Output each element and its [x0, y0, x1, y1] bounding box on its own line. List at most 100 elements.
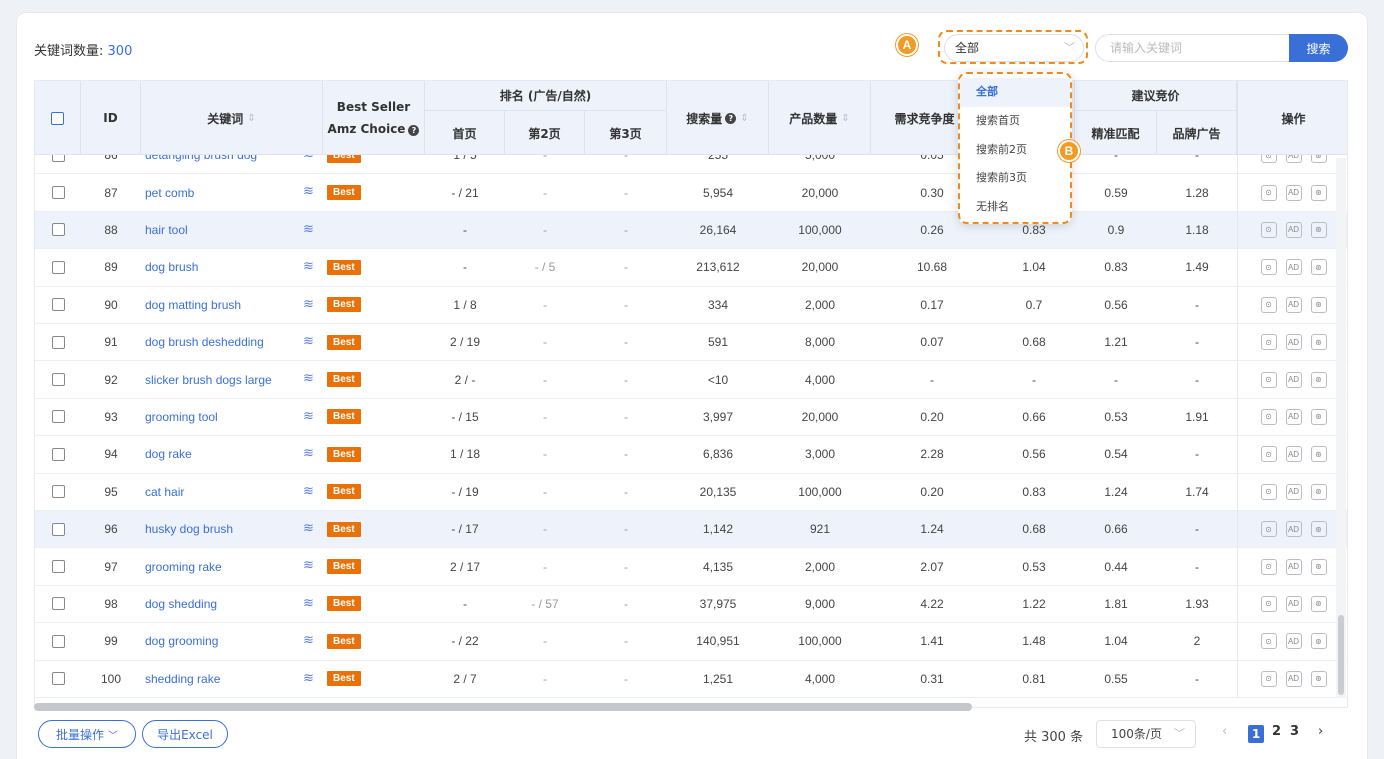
row-checkbox[interactable] [51, 260, 65, 274]
ad-icon[interactable]: AD [1285, 408, 1302, 425]
ad-icon[interactable]: AD [1285, 521, 1302, 538]
target-icon[interactable]: ⊙ [1260, 408, 1277, 425]
search-button[interactable]: 搜索 [1289, 34, 1348, 62]
batch-ops-button[interactable]: 批量操作 ﹀ [38, 720, 136, 748]
layers-icon[interactable]: ≋ [303, 558, 314, 573]
table-row[interactable]: 90 dog matting brush Best 1 / 8 - - 334 2,000 0.… [35, 286, 1347, 324]
keyword-link[interactable]: dog rake [141, 436, 301, 472]
keyword-link[interactable]: husky dog brush [141, 511, 301, 547]
table-row[interactable]: 98 dog shedding Best - - / 57 - 37,975 9,000 4.2… [35, 585, 1347, 624]
table-row[interactable]: 92 slicker brush dogs large Best 2 / - - - <10… [35, 361, 1347, 399]
target-icon[interactable]: ⊙ [1260, 296, 1277, 313]
keyword-link[interactable]: dog matting brush [141, 287, 301, 323]
keyword-link[interactable]: hair tool [141, 212, 301, 248]
page-3[interactable]: 3 [1290, 724, 1299, 739]
globe-icon[interactable]: ⊛ [1310, 184, 1327, 201]
target-icon[interactable]: ⊙ [1260, 595, 1277, 612]
prev-page-icon[interactable]: ‹ [1222, 724, 1227, 739]
target-icon[interactable]: ⊙ [1260, 633, 1277, 650]
search-input[interactable] [1095, 34, 1290, 62]
target-icon[interactable]: ⊙ [1260, 371, 1277, 388]
ad-icon[interactable]: AD [1285, 483, 1302, 500]
row-checkbox[interactable] [51, 485, 65, 499]
globe-icon[interactable]: ⊛ [1310, 259, 1327, 276]
globe-icon[interactable]: ⊛ [1310, 408, 1327, 425]
globe-icon[interactable]: ⊛ [1310, 521, 1327, 538]
dropdown-option-all[interactable]: 全部 [960, 78, 1070, 107]
row-checkbox[interactable] [51, 410, 65, 424]
table-row[interactable]: 100 shedding rake Best 2 / 7 - - 1,251 4,000 0.3… [35, 660, 1347, 698]
select-all-checkbox[interactable] [51, 111, 64, 125]
page-2[interactable]: 2 [1272, 724, 1281, 739]
layers-icon[interactable]: ≋ [303, 596, 314, 611]
horizontal-scrollbar[interactable] [34, 703, 972, 711]
keyword-link[interactable]: dog brush deshedding [141, 324, 301, 360]
layers-icon[interactable]: ≋ [303, 671, 314, 686]
layers-icon[interactable]: ≋ [303, 222, 314, 237]
dropdown-option-top2[interactable]: 搜索前2页 [960, 136, 1070, 165]
layers-icon[interactable]: ≋ [303, 184, 314, 199]
target-icon[interactable]: ⊙ [1260, 446, 1277, 463]
globe-icon[interactable]: ⊛ [1310, 446, 1327, 463]
ad-icon[interactable]: AD [1285, 446, 1302, 463]
row-checkbox[interactable] [51, 447, 65, 461]
keyword-link[interactable]: dog grooming [141, 623, 301, 659]
globe-icon[interactable]: ⊛ [1310, 633, 1327, 650]
target-icon[interactable]: ⊙ [1260, 670, 1277, 687]
header-keyword[interactable]: 关键词 ⇕ [141, 81, 323, 155]
table-row[interactable]: 89 dog brush Best - - / 5 - 213,612 20,000 10.68… [35, 249, 1347, 287]
row-checkbox[interactable] [51, 560, 65, 574]
ad-icon[interactable]: AD [1285, 371, 1302, 388]
layers-icon[interactable]: ≋ [303, 484, 314, 499]
dropdown-option-unranked[interactable]: 无排名 [960, 193, 1070, 222]
layers-icon[interactable]: ≋ [303, 297, 314, 312]
header-product-count[interactable]: 产品数量 ⇕ [769, 81, 871, 155]
row-checkbox[interactable] [51, 522, 65, 536]
globe-icon[interactable]: ⊛ [1310, 558, 1327, 575]
keyword-link[interactable]: dog brush [141, 249, 301, 285]
ad-icon[interactable]: AD [1285, 670, 1302, 687]
keyword-link[interactable]: grooming rake [141, 548, 301, 584]
globe-icon[interactable]: ⊛ [1310, 334, 1327, 351]
target-icon[interactable]: ⊙ [1260, 221, 1277, 238]
row-checkbox[interactable] [51, 634, 65, 648]
header-search-volume[interactable]: 搜索量? ⇕ [667, 81, 769, 155]
export-excel-button[interactable]: 导出Excel [142, 720, 228, 748]
target-icon[interactable]: ⊙ [1260, 558, 1277, 575]
dropdown-option-page1[interactable]: 搜索首页 [960, 107, 1070, 136]
sort-icon[interactable]: ⇕ [247, 113, 255, 124]
vertical-scrollbar-thumb[interactable] [1338, 615, 1344, 695]
row-checkbox[interactable] [51, 597, 65, 611]
target-icon[interactable]: ⊙ [1260, 521, 1277, 538]
ad-icon[interactable]: AD [1285, 334, 1302, 351]
row-checkbox[interactable] [51, 335, 65, 349]
next-page-icon[interactable]: › [1318, 724, 1323, 739]
globe-icon[interactable]: ⊛ [1310, 221, 1327, 238]
table-row[interactable]: 95 cat hair Best - / 19 - - 20,135 100,000 0.20 0… [35, 473, 1347, 511]
ad-icon[interactable]: AD [1285, 184, 1302, 201]
layers-icon[interactable]: ≋ [303, 409, 314, 424]
keyword-link[interactable]: pet comb [141, 174, 301, 210]
layers-icon[interactable]: ≋ [303, 259, 314, 274]
target-icon[interactable]: ⊙ [1260, 184, 1277, 201]
row-checkbox[interactable] [51, 186, 65, 200]
table-row[interactable]: 91 dog brush deshedding Best 2 / 19 - - 591 8,0… [35, 324, 1347, 362]
table-row[interactable]: 88 hair tool - - -26,164 100,000 0.26 0.83 0.9 1.… [35, 211, 1347, 250]
globe-icon[interactable]: ⊛ [1310, 296, 1327, 313]
layers-icon[interactable]: ≋ [303, 521, 314, 536]
rank-filter-select[interactable]: 全部 ﹀ [944, 34, 1084, 62]
ad-icon[interactable]: AD [1285, 221, 1302, 238]
keyword-link[interactable]: dog shedding [141, 586, 301, 622]
help-icon[interactable]: ? [408, 125, 420, 136]
target-icon[interactable]: ⊙ [1260, 259, 1277, 276]
table-row[interactable]: 93 grooming tool Best - / 15 - - 3,997 20,000 0.… [35, 398, 1347, 437]
row-checkbox[interactable] [51, 223, 65, 237]
sort-icon[interactable]: ⇕ [841, 113, 849, 124]
layers-icon[interactable]: ≋ [303, 633, 314, 648]
dropdown-option-top3[interactable]: 搜索前3页 [960, 164, 1070, 193]
target-icon[interactable]: ⊙ [1260, 483, 1277, 500]
globe-icon[interactable]: ⊛ [1310, 670, 1327, 687]
keyword-link[interactable]: slicker brush dogs large [141, 361, 301, 397]
table-row[interactable]: 96 husky dog brush Best - / 17 - - 1,142 921 1.2… [35, 511, 1347, 549]
globe-icon[interactable]: ⊛ [1310, 595, 1327, 612]
